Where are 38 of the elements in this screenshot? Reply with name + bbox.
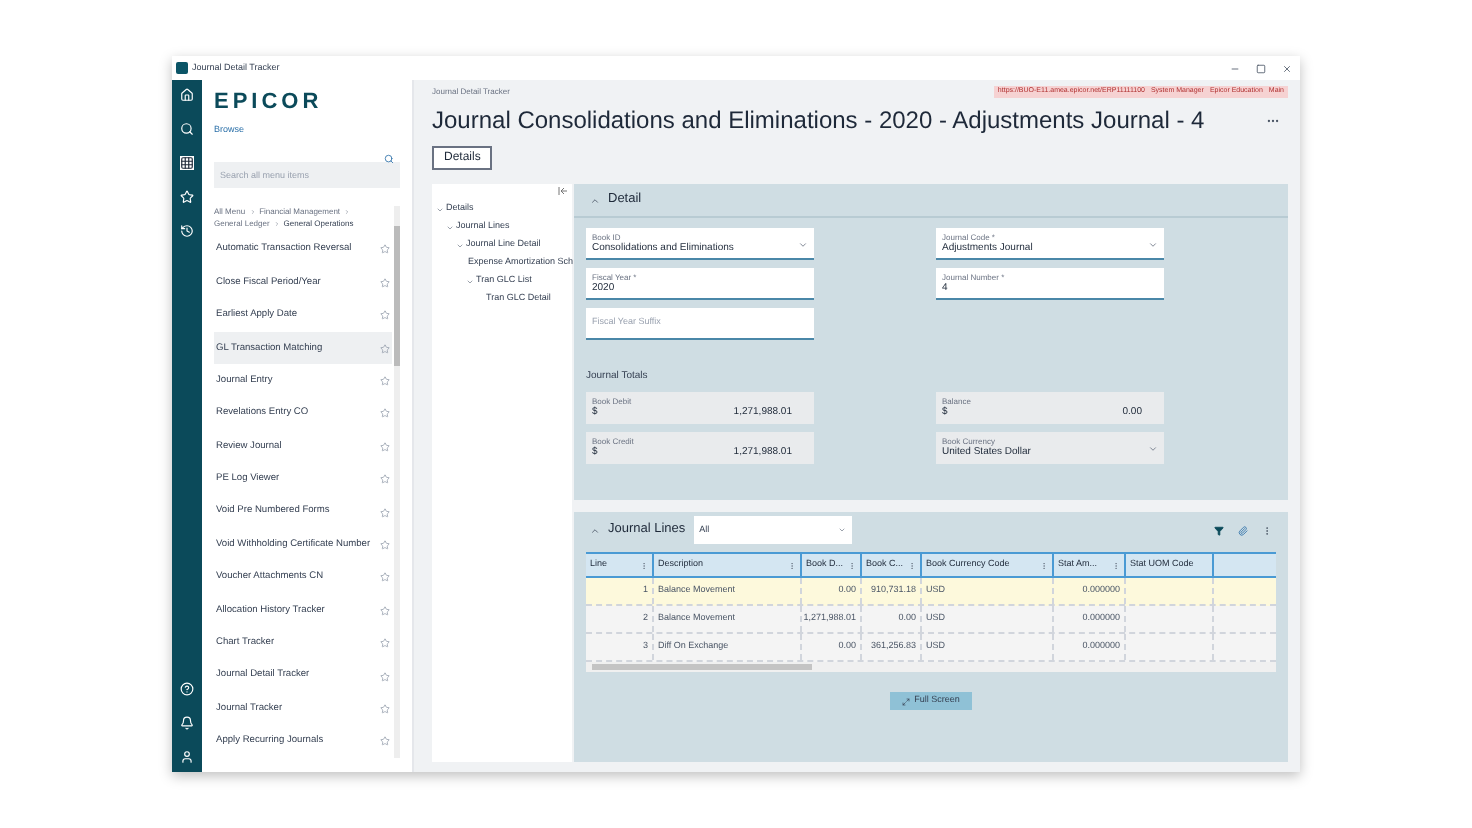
history-icon[interactable]	[180, 224, 194, 238]
collapse-icon[interactable]	[558, 186, 568, 196]
grid-icon[interactable]	[180, 156, 194, 170]
minimize-icon[interactable]	[1230, 63, 1240, 73]
horizontal-scrollbar[interactable]	[586, 662, 1276, 672]
page-title: Journal Consolidations and Eliminations - 2020 - Adjustments Journal - 4	[432, 104, 1205, 136]
star-icon[interactable]	[380, 736, 390, 747]
epicor-logo: EPICOR	[214, 88, 325, 116]
filter-icon[interactable]	[1214, 525, 1224, 535]
star-icon[interactable]	[380, 572, 390, 583]
chevron-down-icon[interactable]	[1148, 443, 1158, 453]
star-icon[interactable]	[380, 343, 390, 354]
chevron-down-icon[interactable]	[798, 240, 808, 250]
maximize-icon[interactable]	[1256, 63, 1266, 73]
user-icon[interactable]	[180, 750, 194, 764]
star-icon[interactable]	[380, 244, 390, 255]
star-icon[interactable]	[380, 507, 390, 518]
star-icon[interactable]	[380, 671, 390, 682]
star-icon[interactable]	[380, 539, 390, 550]
search-icon[interactable]	[384, 153, 394, 164]
star-icon[interactable]	[380, 703, 390, 714]
star-icon[interactable]	[380, 638, 390, 649]
star-icon[interactable]	[380, 376, 390, 386]
bell-icon[interactable]	[180, 716, 194, 730]
star-icon[interactable]	[380, 474, 390, 485]
star-icon[interactable]	[380, 441, 390, 452]
help-icon[interactable]	[180, 682, 194, 696]
collapse-icon[interactable]	[590, 195, 600, 205]
star-icon[interactable]	[380, 277, 390, 288]
star-icon[interactable]	[380, 310, 390, 321]
expand-icon	[902, 697, 911, 705]
star-icon[interactable]	[380, 408, 390, 419]
star-icon[interactable]	[380, 605, 390, 616]
chevron-down-icon[interactable]	[1148, 240, 1158, 250]
paperclip-icon[interactable]	[1238, 525, 1248, 535]
home-icon[interactable]	[180, 88, 194, 102]
collapse-icon[interactable]	[590, 525, 600, 535]
app-icon	[176, 62, 188, 74]
